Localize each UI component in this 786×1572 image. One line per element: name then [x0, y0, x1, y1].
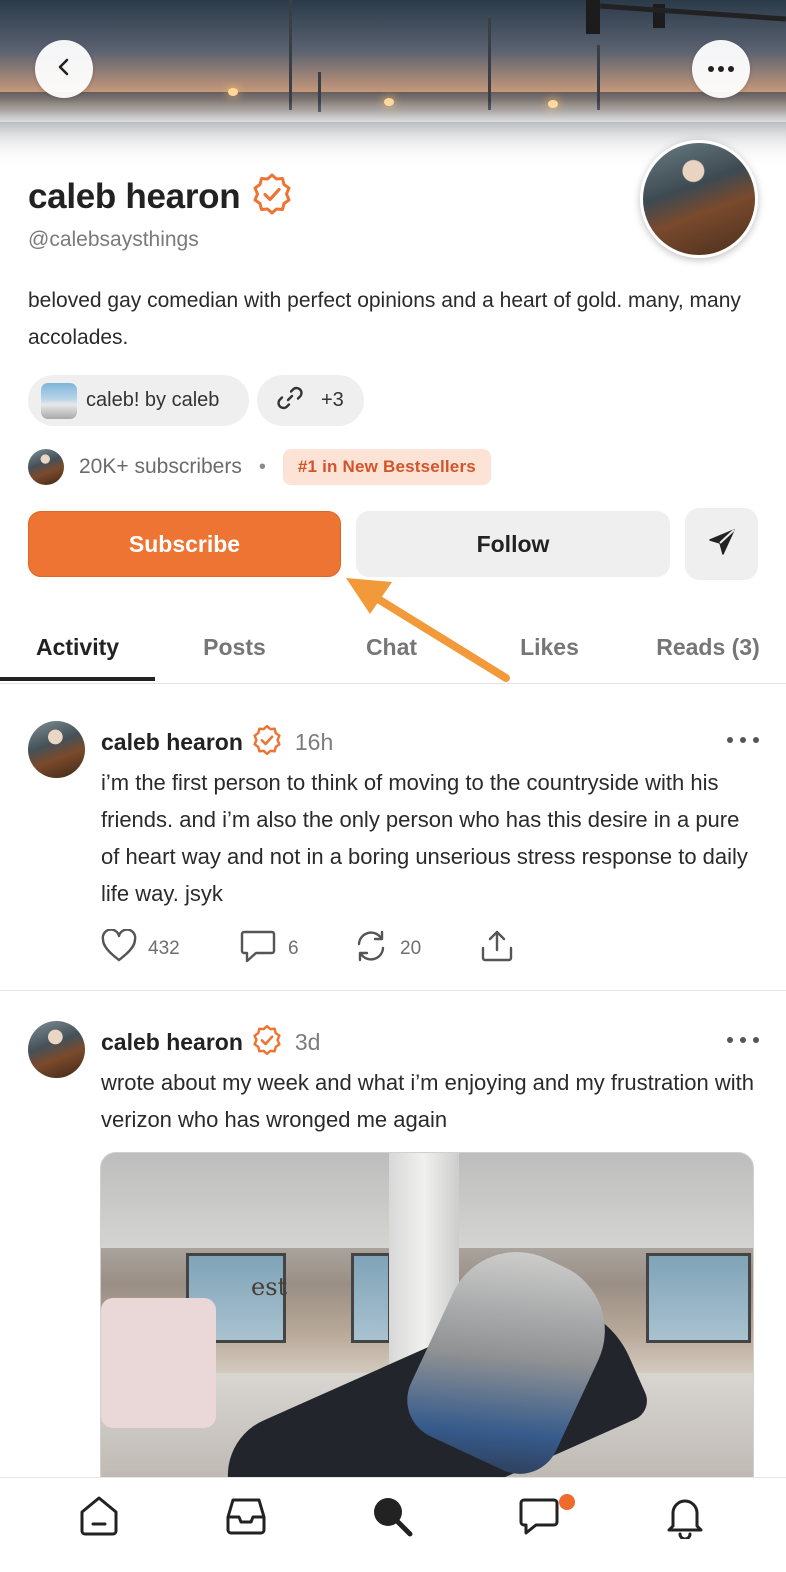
- comment-count: 6: [288, 938, 299, 959]
- comment-icon: [239, 928, 277, 970]
- inbox-icon: [223, 1493, 269, 1544]
- more-dot: [740, 1037, 746, 1043]
- more-horizontal-icon: [707, 60, 735, 78]
- restack-count: 20: [400, 938, 422, 959]
- profile-name-row: caleb hearon: [28, 172, 294, 221]
- tab-likes[interactable]: Likes: [472, 612, 627, 682]
- post-more-button[interactable]: [727, 1030, 759, 1050]
- restack-button[interactable]: 20: [353, 929, 421, 969]
- subscriber-count[interactable]: 20K+ subscribers: [79, 455, 242, 479]
- banner-street-pole: [289, 0, 292, 110]
- post-timestamp: 3d: [294, 1029, 321, 1055]
- more-dot: [740, 737, 746, 743]
- subscribe-button[interactable]: Subscribe: [28, 511, 341, 577]
- post-author-avatar[interactable]: [28, 721, 85, 778]
- post-body[interactable]: i’m the first person to think of moving …: [101, 764, 761, 912]
- image-pillow: [101, 1298, 216, 1428]
- post-author-avatar[interactable]: [28, 1021, 85, 1078]
- more-dot: [753, 737, 759, 743]
- nav-home[interactable]: [69, 1488, 129, 1548]
- image-window: [646, 1253, 751, 1343]
- post-divider: [0, 990, 786, 991]
- active-tab-indicator: [0, 677, 155, 681]
- home-icon: [76, 1493, 122, 1544]
- profile-avatar[interactable]: [640, 140, 758, 258]
- send-icon: [707, 527, 737, 562]
- link-icon: [275, 383, 305, 419]
- chevron-left-icon: [53, 56, 75, 83]
- chat-notification-dot: [559, 1494, 575, 1510]
- back-button[interactable]: [35, 40, 93, 98]
- more-options-button[interactable]: [692, 40, 750, 98]
- post-header: caleb hearon 16h: [101, 724, 333, 761]
- tab-activity[interactable]: Activity: [0, 612, 155, 682]
- subscribers-row: 20K+ subscribers • #1 in New Bestsellers: [28, 448, 491, 486]
- nav-search[interactable]: [362, 1488, 422, 1548]
- profile-handle: @calebsaysthings: [28, 228, 199, 251]
- post-actions: 432 6 20: [101, 928, 531, 969]
- more-dot: [727, 1037, 733, 1043]
- profile-tabs: Activity Posts Chat Likes Reads (3): [0, 612, 786, 684]
- publication-name: caleb! by caleb: [86, 389, 220, 411]
- publication-thumbnail: [41, 382, 77, 419]
- nav-notifications[interactable]: [655, 1488, 715, 1548]
- share-button[interactable]: [479, 929, 515, 969]
- bell-icon: [662, 1493, 708, 1544]
- separator-dot: •: [258, 455, 266, 478]
- verified-check-icon: [251, 724, 283, 761]
- post-image[interactable]: est: [100, 1152, 754, 1482]
- more-dot: [727, 737, 733, 743]
- follow-button[interactable]: Follow: [356, 511, 670, 577]
- profile-banner: [0, 0, 786, 170]
- chat-icon: [516, 1493, 562, 1544]
- profile-bio: beloved gay comedian with perfect opinio…: [28, 289, 741, 349]
- banner-street-pole: [488, 18, 491, 110]
- more-dot: [753, 1037, 759, 1043]
- like-button[interactable]: 432: [101, 928, 180, 969]
- tab-posts[interactable]: Posts: [157, 612, 312, 682]
- bestseller-badge[interactable]: #1 in New Bestsellers: [282, 449, 491, 485]
- post-author-name[interactable]: caleb hearon: [101, 1029, 243, 1056]
- send-message-button[interactable]: [685, 508, 758, 580]
- subscriber-avatar: [28, 449, 64, 485]
- verified-check-icon: [250, 172, 294, 221]
- comment-button[interactable]: 6: [239, 929, 299, 969]
- publication-pill[interactable]: caleb! by caleb: [28, 375, 249, 426]
- post-author-name[interactable]: caleb hearon: [101, 729, 243, 756]
- nav-inbox[interactable]: [216, 1488, 276, 1548]
- banner-light: [228, 88, 238, 96]
- tab-reads[interactable]: Reads (3): [630, 612, 786, 682]
- bottom-navigation: [0, 1477, 786, 1572]
- heart-icon: [101, 928, 137, 969]
- image-sign-text: est: [251, 1273, 288, 1301]
- links-pill[interactable]: +3: [257, 375, 364, 426]
- search-icon: [367, 1491, 417, 1546]
- post-timestamp: 16h: [294, 729, 334, 755]
- profile-name: caleb hearon: [28, 176, 241, 216]
- share-icon: [479, 928, 515, 970]
- banner-traffic-light: [586, 0, 600, 34]
- banner-signal-arm: [600, 3, 786, 22]
- post-more-button[interactable]: [727, 730, 759, 750]
- image-window: [351, 1253, 391, 1343]
- restack-icon: [353, 928, 389, 970]
- links-count: +3: [321, 389, 344, 411]
- like-count: 432: [148, 938, 180, 959]
- post-body[interactable]: wrote about my week and what i’m enjoyin…: [101, 1064, 761, 1138]
- post-header: caleb hearon 3d: [101, 1024, 320, 1061]
- tab-chat[interactable]: Chat: [314, 612, 469, 682]
- verified-check-icon: [251, 1024, 283, 1061]
